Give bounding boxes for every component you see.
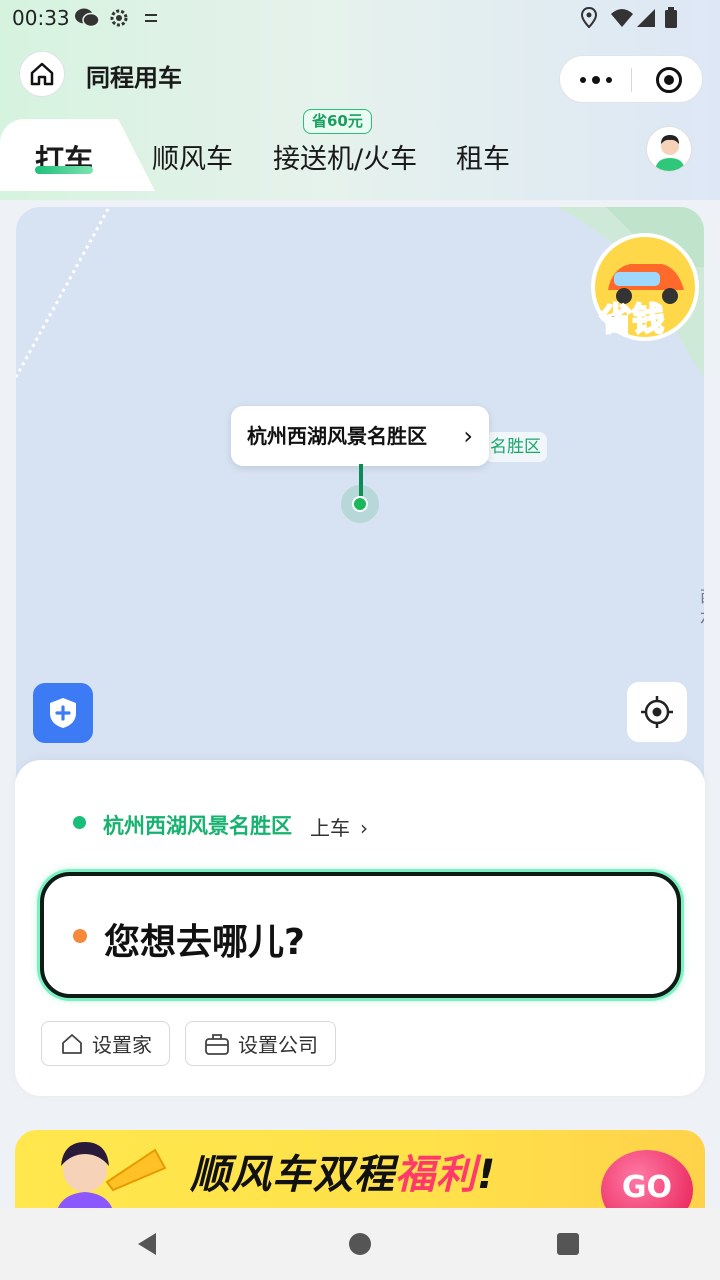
status-bar: 00:33 bbox=[0, 0, 720, 36]
tab-carpool[interactable]: 顺风车 bbox=[152, 137, 233, 176]
user-avatar[interactable] bbox=[646, 126, 692, 172]
more-menu-button[interactable] bbox=[580, 74, 614, 86]
pickup-suffix-label: 上车 bbox=[310, 816, 350, 840]
home-icon bbox=[62, 1033, 82, 1054]
mascot-trumpet-icon bbox=[55, 1142, 167, 1220]
avatar-icon bbox=[655, 135, 685, 171]
tab-airport-train[interactable]: 接送机/火车 bbox=[273, 137, 417, 176]
battery-icon bbox=[665, 7, 677, 28]
destination-placeholder: 您想去哪儿? bbox=[104, 922, 305, 963]
safety-center-button[interactable] bbox=[33, 683, 93, 743]
savings-promo-badge[interactable]: 省钱 bbox=[590, 232, 700, 342]
shield-icon bbox=[50, 698, 76, 728]
briefcase-icon bbox=[205, 1033, 229, 1055]
tab-active-underline bbox=[35, 166, 93, 174]
banner-title: 顺风车双程福利! bbox=[190, 1142, 496, 1200]
location-pin[interactable] bbox=[352, 496, 368, 512]
home-icon bbox=[30, 62, 54, 86]
app-title: 同程用车 bbox=[86, 64, 182, 92]
sliders-icon bbox=[145, 14, 157, 22]
home-nav-icon[interactable] bbox=[348, 1232, 372, 1256]
pickup-suffix[interactable]: 上车 › bbox=[310, 812, 368, 841]
set-company-label: 设置公司 bbox=[238, 1033, 318, 1057]
set-home-button[interactable]: 设置家 bbox=[41, 1021, 170, 1066]
destination-dot bbox=[73, 929, 87, 943]
wifi-icon bbox=[611, 9, 633, 27]
pickup-dot bbox=[73, 816, 86, 829]
mini-program-capsule bbox=[559, 55, 703, 103]
banner-title-highlight: 福利 bbox=[395, 1152, 477, 1198]
banner-title-end: ! bbox=[477, 1152, 497, 1198]
signal-icon bbox=[637, 9, 655, 27]
status-time: 00:33 bbox=[12, 6, 70, 30]
pickup-place-link[interactable]: 杭州西湖风景名胜区 bbox=[103, 810, 292, 840]
tab-car-rental[interactable]: 租车 bbox=[456, 137, 510, 176]
carpool-promo-banner[interactable]: 顺风车双程福利! GO bbox=[15, 1130, 705, 1220]
back-icon[interactable] bbox=[134, 1230, 162, 1258]
wechat-icon bbox=[75, 8, 100, 28]
promo-badge-text: 省钱 bbox=[599, 299, 665, 339]
capsule-divider bbox=[631, 68, 632, 92]
chevron-right-icon: › bbox=[360, 816, 368, 840]
map-poi-label: 名胜区 bbox=[484, 432, 547, 462]
tab-airport-badge: 省60元 bbox=[303, 109, 372, 134]
location-status-icon bbox=[580, 7, 598, 29]
map-road-label: 西六 bbox=[700, 587, 704, 627]
settings-icon bbox=[110, 9, 128, 27]
home-button[interactable] bbox=[19, 51, 65, 97]
banner-title-main: 顺风车双程 bbox=[190, 1152, 395, 1198]
set-company-button[interactable]: 设置公司 bbox=[185, 1021, 336, 1066]
crosshair-icon bbox=[641, 696, 673, 728]
pickup-location-bubble[interactable]: 杭州西湖风景名胜区 › bbox=[231, 406, 489, 466]
recents-icon[interactable] bbox=[556, 1232, 580, 1256]
set-home-label: 设置家 bbox=[92, 1033, 152, 1057]
pickup-bubble-label: 杭州西湖风景名胜区 bbox=[247, 424, 427, 448]
locate-me-button[interactable] bbox=[627, 682, 687, 742]
close-mini-program-button[interactable] bbox=[656, 67, 682, 93]
system-nav-bar bbox=[0, 1208, 720, 1280]
chevron-right-icon: › bbox=[463, 422, 473, 450]
